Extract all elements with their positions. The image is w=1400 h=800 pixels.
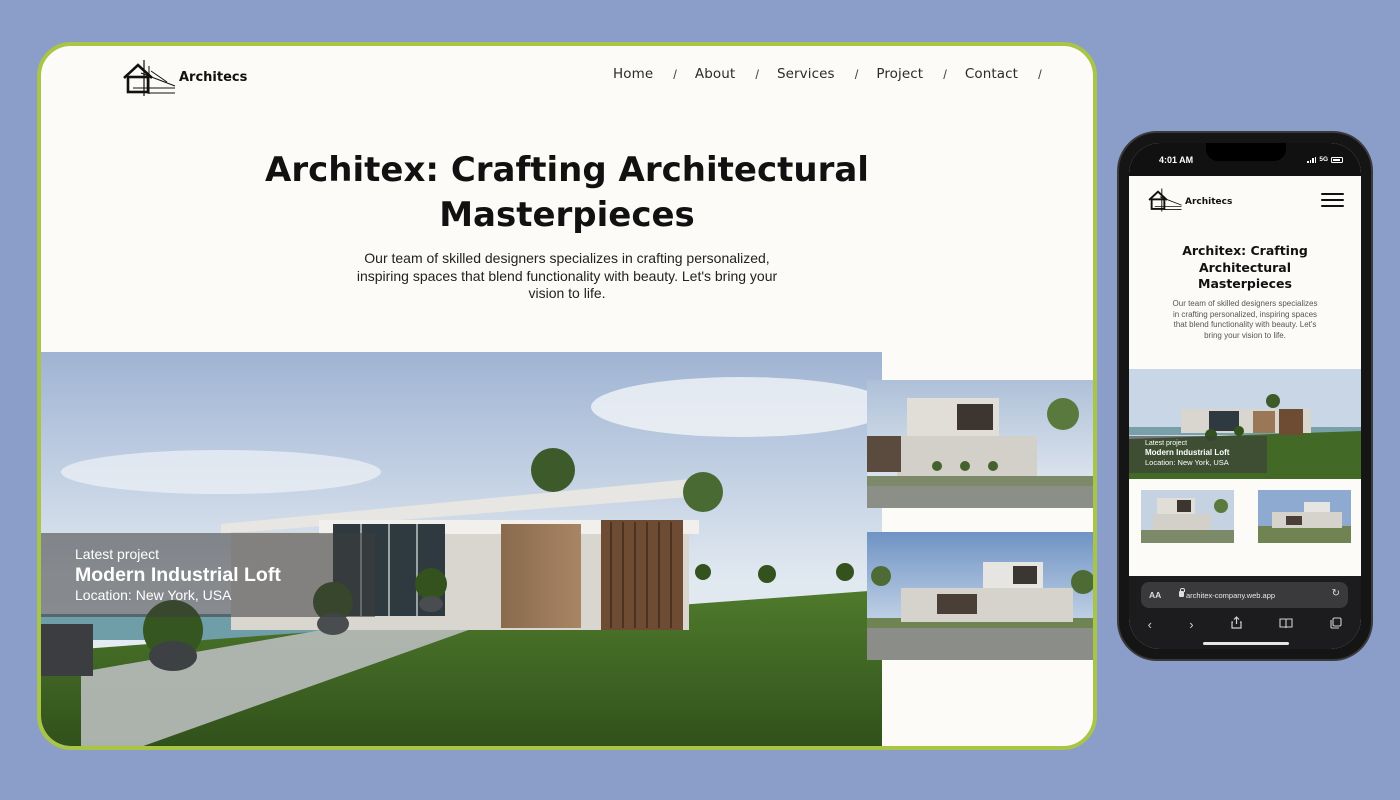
phone-notch: [1206, 143, 1286, 161]
hero-title-line: Masterpieces: [439, 195, 695, 235]
hero-title-line: Architectural: [1198, 259, 1292, 275]
url-text[interactable]: architex-company.web.app: [1186, 591, 1275, 600]
hero-subtitle-line: vision to life.: [528, 285, 606, 301]
mobile-hero-title: Architex: Crafting Architectural Masterp…: [1129, 243, 1361, 293]
project-location: Location: New York, USA: [1145, 458, 1229, 467]
address-bar[interactable]: AA architex-company.web.app ↻: [1141, 582, 1348, 608]
nav-separator: /: [755, 66, 759, 82]
status-bar: 4:01 AM 5G: [1129, 143, 1361, 176]
logo-text: Architecs: [1185, 197, 1233, 207]
project-thumbnail[interactable]: [867, 532, 1093, 660]
status-icons: 5G: [1307, 156, 1343, 163]
desktop-preview: Architecs Home / About / Services / Proj…: [37, 42, 1097, 750]
nav-separator: /: [854, 66, 859, 82]
battery-icon: [1331, 156, 1343, 163]
hamburger-menu-icon[interactable]: [1321, 193, 1344, 207]
forward-icon[interactable]: ›: [1189, 617, 1193, 632]
hero-title: Architex: Crafting Architectural Masterp…: [41, 148, 1093, 238]
mobile-project-thumbnail[interactable]: [1258, 490, 1351, 543]
mobile-preview: 4:01 AM 5G Architecs Architex: Crafting: [1117, 131, 1373, 661]
nav-contact[interactable]: Contact: [965, 66, 1018, 82]
back-icon[interactable]: ‹: [1148, 617, 1152, 632]
logo-text: Architecs: [179, 69, 248, 85]
tabs-icon[interactable]: [1330, 616, 1342, 632]
mobile-hero-subtitle: Our team of skilled designers specialize…: [1159, 299, 1331, 341]
latest-project-label: Latest project: [1145, 440, 1188, 447]
project-name: Modern Industrial Loft: [75, 564, 281, 586]
nav-separator: /: [1038, 66, 1042, 82]
nav-about[interactable]: About: [695, 66, 735, 82]
browser-toolbar: ‹ ›: [1129, 614, 1361, 634]
nav-separator: /: [943, 66, 947, 82]
text-size-button[interactable]: AA: [1149, 590, 1161, 600]
hero-subtitle-line: Our team of skilled designers specialize…: [364, 250, 770, 266]
hero-subtitle-line: Our team of skilled designers specialize…: [1172, 299, 1318, 308]
project-thumbnail[interactable]: [867, 380, 1093, 508]
reload-icon[interactable]: ↻: [1332, 588, 1340, 599]
network-label: 5G: [1319, 156, 1328, 163]
site-logo[interactable]: Architecs: [121, 56, 247, 100]
nav-home[interactable]: Home: [613, 66, 653, 82]
house-logo-icon: [123, 60, 176, 96]
hero-title-line: Masterpieces: [1198, 276, 1292, 291]
main-nav: Home / About / Services / Project / Cont…: [613, 66, 1060, 82]
hero-subtitle-line: inspiring spaces that blend functionalit…: [356, 267, 778, 284]
house-logo-icon: [1148, 188, 1182, 212]
mobile-project-card[interactable]: Latest project Modern Industrial Loft Lo…: [1129, 436, 1267, 473]
project-name: Modern Industrial Loft: [1145, 448, 1230, 457]
bookmarks-icon[interactable]: [1279, 617, 1293, 632]
project-location: Location: New York, USA: [75, 587, 232, 603]
browser-chrome: AA architex-company.web.app ↻ ‹ ›: [1129, 576, 1361, 649]
hero-subtitle: Our team of skilled designers specialize…: [337, 250, 797, 303]
lock-icon: [1179, 588, 1185, 597]
signal-icon: [1307, 156, 1317, 163]
hero-title-line: Architex: Crafting Architectural: [265, 150, 869, 190]
latest-project-card[interactable]: Latest project Modern Industrial Loft Lo…: [41, 533, 375, 617]
nav-project[interactable]: Project: [876, 66, 923, 82]
hero-subtitle-line: bring your vision to life.: [1204, 330, 1286, 340]
mobile-site-logo[interactable]: Architecs: [1147, 186, 1232, 214]
phone-screen: 4:01 AM 5G Architecs Architex: Crafting: [1129, 143, 1361, 649]
share-icon[interactable]: [1231, 616, 1242, 632]
nav-separator: /: [673, 66, 677, 82]
hero-subtitle-line: that blend functionality with beauty. Le…: [1173, 320, 1317, 329]
latest-project-label: Latest project: [75, 546, 160, 562]
status-time: 4:01 AM: [1159, 155, 1194, 165]
mobile-project-thumbnail[interactable]: [1141, 490, 1234, 543]
home-indicator[interactable]: [1203, 642, 1289, 645]
hero-title-line: Architex: Crafting: [1182, 243, 1308, 258]
hero-subtitle-line: in crafting personalized, inspiring spac…: [1172, 309, 1318, 319]
nav-services[interactable]: Services: [777, 66, 835, 82]
